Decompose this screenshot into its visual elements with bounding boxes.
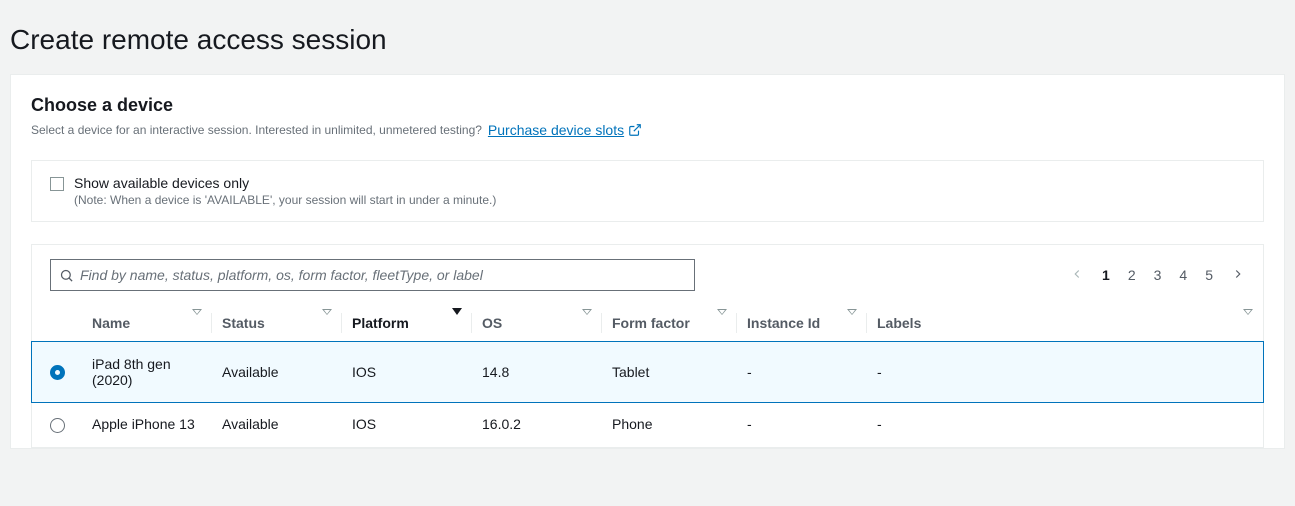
search-input[interactable] (80, 267, 686, 283)
column-platform[interactable]: Platform (342, 305, 472, 342)
cell-labels: - (867, 402, 1223, 447)
pagination: 1 2 3 4 5 (1070, 267, 1245, 284)
cell-os: 14.8 (472, 342, 602, 403)
pagination-page-5[interactable]: 5 (1205, 267, 1213, 283)
cell-status: Available (212, 342, 342, 403)
cell-form-factor: Phone (602, 402, 737, 447)
external-link-icon (628, 123, 642, 137)
column-platform-label: Platform (352, 315, 409, 331)
cell-os: 16.0.2 (472, 402, 602, 447)
cell-instance-id: - (737, 402, 867, 447)
column-form-factor[interactable]: Form factor (602, 305, 737, 342)
column-os[interactable]: OS (472, 305, 602, 342)
cell-platform: IOS (342, 402, 472, 447)
device-table-container: 1 2 3 4 5 Name (31, 244, 1264, 448)
cell-platform: IOS (342, 342, 472, 403)
panel-description-text: Select a device for an interactive sessi… (31, 123, 482, 137)
table-row[interactable]: Apple iPhone 13 Available IOS 16.0.2 Pho… (32, 402, 1263, 447)
page-title: Create remote access session (10, 10, 1285, 74)
checkbox-label: Show available devices only (74, 175, 496, 191)
search-icon (59, 268, 74, 283)
device-table: Name Status Platform (32, 305, 1263, 447)
link-text: Purchase device slots (488, 122, 624, 138)
row-radio[interactable] (50, 365, 65, 380)
column-form-factor-label: Form factor (612, 315, 690, 331)
column-labels-label: Labels (877, 315, 921, 331)
column-select (32, 305, 82, 342)
column-settings[interactable] (1223, 305, 1263, 342)
column-name-label: Name (92, 315, 130, 331)
cell-name: iPad 8th gen (2020) (82, 342, 212, 403)
sort-icon (582, 315, 592, 331)
cell-labels: - (867, 342, 1223, 403)
purchase-device-slots-link[interactable]: Purchase device slots (488, 122, 642, 138)
show-available-checkbox-row: Show available devices only (Note: When … (50, 175, 1245, 207)
search-box[interactable] (50, 259, 695, 291)
column-labels[interactable]: Labels (867, 305, 1223, 342)
filter-box: Show available devices only (Note: When … (31, 160, 1264, 222)
column-os-label: OS (482, 315, 502, 331)
sort-icon-active (452, 315, 462, 331)
column-instance-id[interactable]: Instance Id (737, 305, 867, 342)
settings-sort-icon (1243, 315, 1253, 331)
sort-icon (717, 315, 727, 331)
pagination-page-3[interactable]: 3 (1154, 267, 1162, 283)
pagination-page-4[interactable]: 4 (1179, 267, 1187, 283)
sort-icon (192, 315, 202, 331)
row-radio[interactable] (50, 418, 65, 433)
pagination-next[interactable] (1231, 267, 1245, 284)
pagination-page-2[interactable]: 2 (1128, 267, 1136, 283)
chevron-left-icon (1070, 267, 1084, 281)
column-status-label: Status (222, 315, 265, 331)
choose-device-panel: Choose a device Select a device for an i… (10, 74, 1285, 449)
pagination-page-1[interactable]: 1 (1102, 267, 1110, 283)
sort-icon (322, 315, 332, 331)
column-status[interactable]: Status (212, 305, 342, 342)
panel-header: Choose a device Select a device for an i… (31, 95, 1264, 138)
cell-instance-id: - (737, 342, 867, 403)
show-available-checkbox[interactable] (50, 177, 64, 191)
panel-title: Choose a device (31, 95, 1264, 116)
cell-form-factor: Tablet (602, 342, 737, 403)
pagination-prev[interactable] (1070, 267, 1084, 284)
checkbox-note: (Note: When a device is 'AVAILABLE', you… (74, 193, 496, 207)
table-row[interactable]: iPad 8th gen (2020) Available IOS 14.8 T… (32, 342, 1263, 403)
cell-name: Apple iPhone 13 (82, 402, 212, 447)
column-instance-id-label: Instance Id (747, 315, 820, 331)
sort-icon (847, 315, 857, 331)
table-toolbar: 1 2 3 4 5 (50, 259, 1245, 291)
panel-description: Select a device for an interactive sessi… (31, 122, 1264, 138)
column-name[interactable]: Name (82, 305, 212, 342)
chevron-right-icon (1231, 267, 1245, 281)
cell-status: Available (212, 402, 342, 447)
